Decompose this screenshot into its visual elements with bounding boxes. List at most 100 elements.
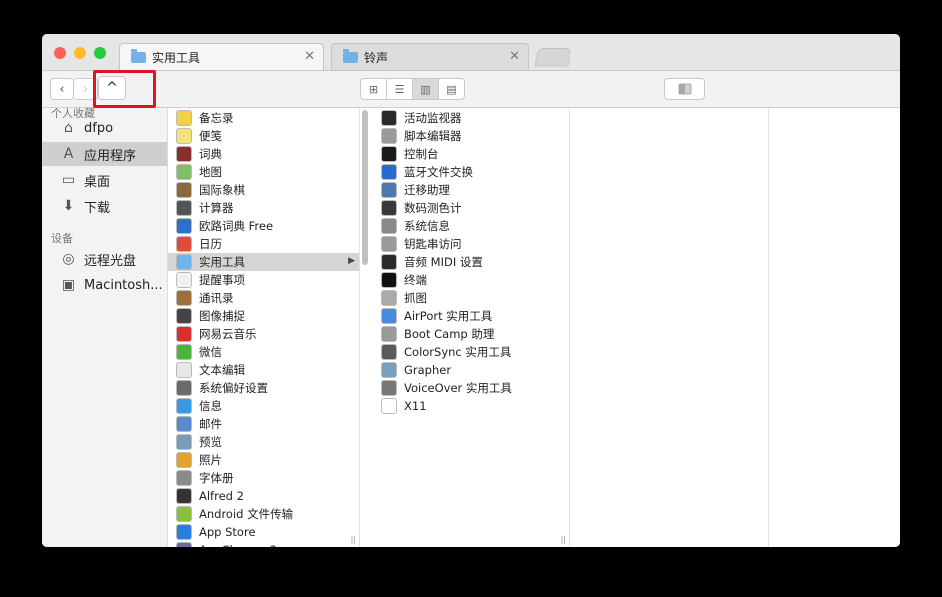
tab-close-icon[interactable]: ✕ — [509, 49, 520, 64]
list-item[interactable]: 提醒事项 — [168, 271, 359, 289]
chevron-right-icon: › — [82, 81, 89, 97]
app-icon — [176, 524, 192, 540]
cover-flow-button[interactable]: ▤ — [438, 78, 465, 100]
list-item[interactable]: 脚本编辑器 — [373, 127, 569, 145]
list-item[interactable]: VoiceOver 实用工具 — [373, 379, 569, 397]
applications-scrollbar[interactable] — [362, 110, 368, 265]
list-item[interactable]: 便笺 — [168, 127, 359, 145]
list-item[interactable]: 备忘录 — [168, 109, 359, 127]
app-icon — [381, 380, 397, 396]
list-item[interactable]: 系统偏好设置 — [168, 379, 359, 397]
zoom-window-button[interactable] — [94, 47, 106, 59]
sidebar-item[interactable]: ▣ Macintosh... — [42, 273, 167, 297]
list-item[interactable]: 图像捕捉 — [168, 307, 359, 325]
list-item[interactable]: 词典 — [168, 145, 359, 163]
column-resize-handle[interactable]: || — [351, 535, 356, 544]
list-item[interactable]: 钥匙串访问 — [373, 235, 569, 253]
tab-ringtones[interactable]: 铃声 ✕ — [331, 43, 529, 70]
item-label: 活动监视器 — [404, 111, 462, 125]
folder-icon — [131, 48, 146, 63]
item-label: 脚本编辑器 — [404, 129, 462, 143]
list-item[interactable]: 抓图 — [373, 289, 569, 307]
app-icon — [176, 290, 192, 306]
app-icon — [176, 146, 192, 162]
list-item[interactable]: Grapher — [373, 361, 569, 379]
sidebar-item[interactable]: A 应用程序 — [42, 142, 167, 166]
app-icon — [176, 380, 192, 396]
devices-heading: 设备 — [51, 232, 73, 245]
item-label: 计算器 — [199, 201, 234, 215]
list-item[interactable]: 数码测色计 — [373, 199, 569, 217]
app-icon — [176, 542, 192, 547]
list-item[interactable]: 计算器 — [168, 199, 359, 217]
list-item[interactable]: 国际象棋 — [168, 181, 359, 199]
column-resize-handle[interactable]: || — [561, 535, 566, 544]
list-item[interactable]: 蓝牙文件交换 — [373, 163, 569, 181]
list-item[interactable]: App Store — [168, 523, 359, 541]
list-item[interactable]: 字体册 — [168, 469, 359, 487]
list-item[interactable]: X11 — [373, 397, 569, 415]
item-label: AppCleaner 3 — [199, 543, 277, 547]
minimize-window-button[interactable] — [74, 47, 86, 59]
list-item[interactable]: AppCleaner 3 — [168, 541, 359, 547]
list-view-button[interactable]: ☰ — [386, 78, 413, 100]
grid-icon: ⊞ — [368, 82, 379, 96]
tab-label: 实用工具 — [152, 50, 201, 65]
item-label: 便笺 — [199, 129, 222, 143]
app-icon — [381, 200, 397, 216]
tab-utilities[interactable]: 实用工具 ✕ — [119, 43, 324, 70]
list-item[interactable]: 微信 — [168, 343, 359, 361]
list-item[interactable]: 网易云音乐 — [168, 325, 359, 343]
tab-close-icon[interactable]: ✕ — [304, 49, 315, 64]
hard-drive-icon: ▣ — [61, 277, 76, 293]
item-label: 系统信息 — [404, 219, 450, 233]
list-item[interactable]: 系统信息 — [373, 217, 569, 235]
app-icon — [381, 344, 397, 360]
sidebar-item[interactable]: ⌂ dfpo — [42, 116, 167, 140]
list-item[interactable]: 终端 — [373, 271, 569, 289]
list-item[interactable]: Alfred 2 — [168, 487, 359, 505]
list-item[interactable]: 日历 — [168, 235, 359, 253]
item-label: 预览 — [199, 435, 222, 449]
item-label: 数码测色计 — [404, 201, 462, 215]
list-item[interactable]: 预览 — [168, 433, 359, 451]
list-item[interactable]: 欧路词典 Free — [168, 217, 359, 235]
sidebar-item[interactable]: ⬇ 下载 — [42, 194, 167, 218]
app-icon — [381, 362, 397, 378]
icon-view-button[interactable]: ⊞ — [360, 78, 387, 100]
back-button[interactable]: ‹ — [50, 78, 74, 100]
sidebar-item[interactable]: ◎ 远程光盘 — [42, 247, 167, 271]
sidebar-item[interactable]: ▭ 桌面 — [42, 168, 167, 192]
list-item[interactable]: 地图 — [168, 163, 359, 181]
column-view-button[interactable]: ▥ — [412, 78, 439, 100]
list-item[interactable]: 音频 MIDI 设置 — [373, 253, 569, 271]
list-item[interactable]: 照片 — [168, 451, 359, 469]
app-icon — [176, 506, 192, 522]
action-button[interactable] — [664, 78, 705, 100]
close-window-button[interactable] — [54, 47, 66, 59]
item-label: 欧路词典 Free — [199, 219, 274, 233]
app-icon — [381, 308, 397, 324]
item-label: 蓝牙文件交换 — [404, 165, 473, 179]
app-icon — [176, 434, 192, 450]
list-item[interactable]: AirPort 实用工具 — [373, 307, 569, 325]
app-icon — [176, 362, 192, 378]
sidebar-item-label: dfpo — [84, 120, 114, 136]
list-item[interactable]: 信息 — [168, 397, 359, 415]
list-item[interactable]: 文本编辑 — [168, 361, 359, 379]
list-item[interactable]: 控制台 — [373, 145, 569, 163]
applications-column: 备忘录便笺词典地图 国际象棋计算器欧路词典 Free 日历 实用工具 ▶ 提醒事项 通讯录图… — [168, 108, 360, 547]
item-label: 词典 — [199, 147, 222, 161]
tab-bar: 实用工具 ✕ 铃声 ✕ — [42, 34, 900, 71]
list-item[interactable]: 活动监视器 — [373, 109, 569, 127]
list-item[interactable]: Boot Camp 助理 — [373, 325, 569, 343]
list-item[interactable]: Android 文件传输 — [168, 505, 359, 523]
list-item[interactable]: 迁移助理 — [373, 181, 569, 199]
list-item[interactable]: 邮件 — [168, 415, 359, 433]
list-item[interactable]: 通讯录 — [168, 289, 359, 307]
list-item[interactable]: ColorSync 实用工具 — [373, 343, 569, 361]
item-label: Boot Camp 助理 — [404, 327, 495, 341]
item-label: 钥匙串访问 — [404, 237, 462, 251]
new-tab-button[interactable] — [534, 48, 572, 67]
list-item[interactable]: 实用工具 ▶ — [168, 253, 359, 271]
